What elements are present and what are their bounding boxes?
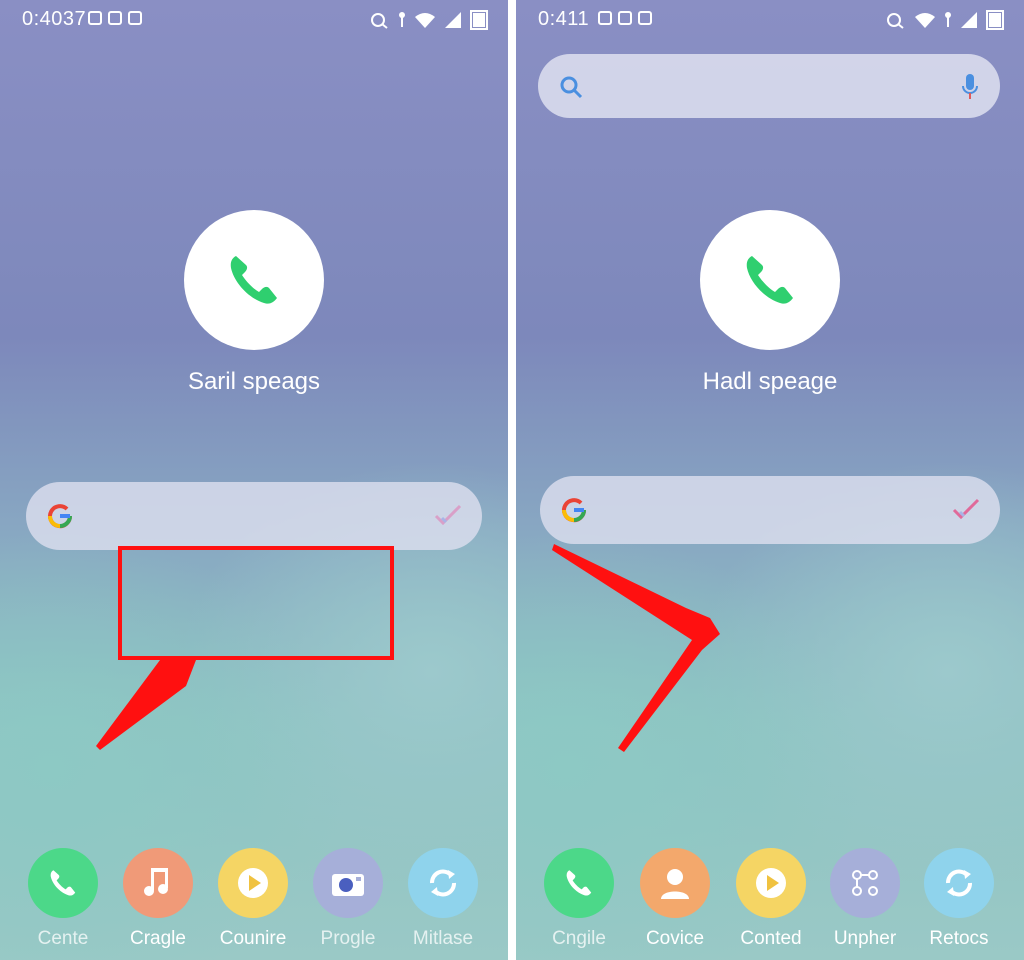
app-dock: Cente Cragle Counire Progle Mitlase — [0, 848, 508, 960]
play-icon — [238, 868, 268, 898]
dock-icon — [408, 848, 478, 918]
network-icon — [852, 870, 878, 896]
dock-app[interactable]: Cngile — [534, 848, 624, 950]
dock-label: Unpher — [833, 928, 897, 949]
annotation-arrow — [552, 544, 720, 752]
dock-app[interactable]: Retocs — [914, 848, 1004, 950]
contact-icon — [661, 869, 689, 899]
dock-label: Cente — [37, 928, 89, 949]
dock-icon — [218, 848, 288, 918]
dock-icon — [640, 848, 710, 918]
phone-screen-left: 0:4037 Saril speags Cente Cragle Counire… — [0, 0, 508, 960]
dock-app[interactable]: Counire — [208, 848, 298, 950]
dock-app[interactable]: Covice — [630, 848, 720, 950]
sync-icon — [946, 869, 972, 897]
dock-icon — [736, 848, 806, 918]
music-note-icon — [144, 868, 168, 896]
dock-label: Conted — [740, 928, 802, 949]
dock-label: Progle — [320, 928, 376, 949]
phone-icon — [50, 870, 76, 896]
phone-screen-right: 0:411 Hadl speage Cngile Covice Conted U… — [516, 0, 1024, 960]
camera-icon — [332, 874, 364, 896]
dock-icon — [123, 848, 193, 918]
dock-app[interactable]: Conted — [726, 848, 816, 950]
phone-icon — [566, 870, 592, 896]
play-icon — [756, 868, 786, 898]
dock-app[interactable]: Cente — [18, 848, 108, 950]
dock-app[interactable]: Unpher — [820, 848, 910, 950]
dock-label: Covice — [645, 928, 705, 949]
dock-label: Retocs — [929, 928, 989, 949]
dock-icon — [313, 848, 383, 918]
dock-label: Cngile — [552, 928, 606, 949]
dock-icon — [830, 848, 900, 918]
app-dock: Cngile Covice Conted Unpher Retocs — [516, 848, 1024, 960]
dock-icon — [28, 848, 98, 918]
dock-label: Mitlase — [412, 928, 474, 949]
dock-label: Cragle — [130, 928, 186, 949]
dock-icon — [924, 848, 994, 918]
dock-label: Counire — [219, 928, 287, 949]
sync-icon — [430, 869, 456, 897]
dock-app[interactable]: Mitlase — [398, 848, 488, 950]
dock-icon — [544, 848, 614, 918]
annotation-arrow — [96, 660, 196, 750]
dock-app[interactable]: Cragle — [113, 848, 203, 950]
dock-app[interactable]: Progle — [303, 848, 393, 950]
